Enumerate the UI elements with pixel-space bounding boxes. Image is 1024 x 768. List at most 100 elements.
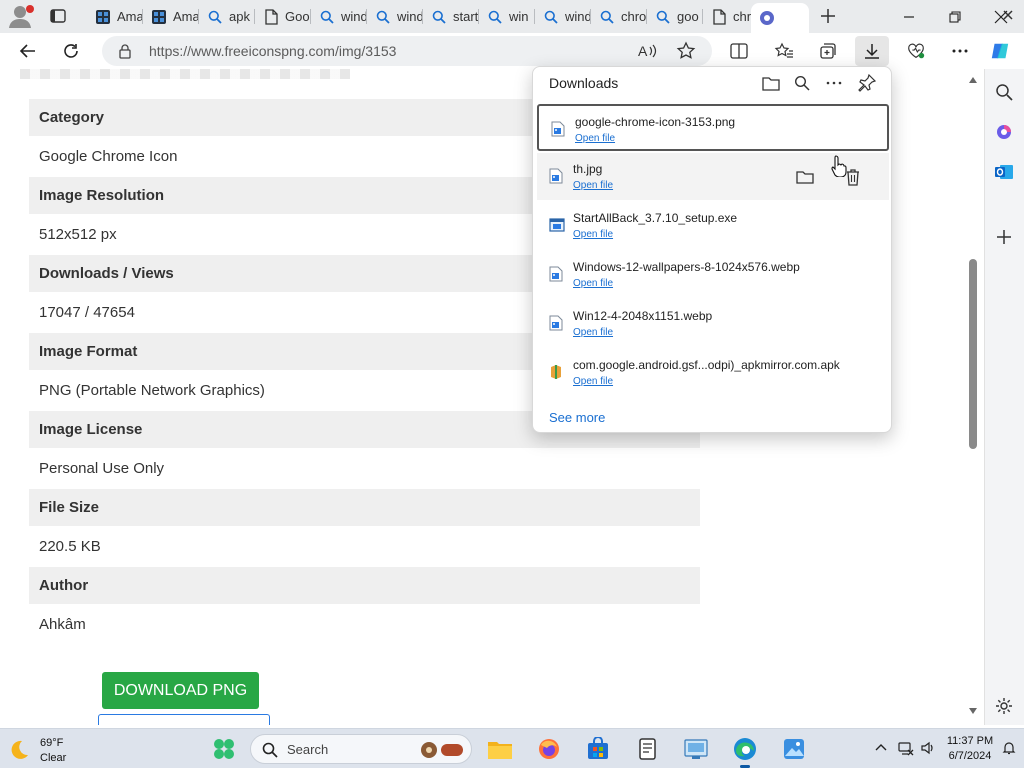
browser-tab[interactable]: wind: [367, 4, 423, 29]
weather-widget[interactable]: 69°F Clear: [8, 733, 98, 765]
search-icon: [655, 9, 671, 25]
scroll-up-arrow-icon[interactable]: [968, 76, 978, 84]
lock-icon[interactable]: [118, 43, 132, 64]
image-file-icon: [549, 168, 565, 184]
search-icon: [262, 742, 278, 758]
detail-heading: File Size: [29, 489, 700, 526]
restore-icon[interactable]: [932, 0, 978, 33]
more-options-icon[interactable]: [950, 41, 970, 61]
settings-gear-icon[interactable]: [993, 695, 1015, 717]
apk-file-icon: [549, 364, 565, 380]
new-tab-icon[interactable]: [819, 7, 837, 25]
search-downloads-icon[interactable]: [792, 73, 812, 93]
firefox-icon[interactable]: [535, 735, 563, 763]
notification-bell-icon[interactable]: [1002, 741, 1016, 755]
pin-icon[interactable]: [857, 73, 877, 93]
downloads-flyout: Downloads google-chrome-icon-3153.png Ope…: [532, 66, 892, 433]
search-icon: [599, 9, 615, 25]
profile-avatar-icon[interactable]: [8, 4, 36, 29]
control-panel-icon[interactable]: [682, 735, 710, 763]
tab-label: apk: [229, 9, 250, 24]
page-icon: [711, 8, 727, 25]
microsoft-store-icon[interactable]: [584, 735, 612, 763]
scroll-thumb[interactable]: [969, 259, 977, 449]
tab-label: wind: [565, 9, 591, 24]
amazon-favicon-icon: [151, 9, 167, 25]
m365-icon[interactable]: [993, 121, 1015, 143]
refresh-icon[interactable]: [58, 39, 84, 63]
download-item[interactable]: StartAllBack_3.7.10_setup.exe Open file: [537, 202, 889, 249]
edge-sidebar: [984, 69, 1024, 725]
weather-condition: Clear: [40, 752, 67, 764]
browser-tab[interactable]: chro: [591, 4, 647, 29]
tab-label: Ama: [173, 9, 199, 24]
network-icon[interactable]: [898, 740, 914, 756]
open-file-link[interactable]: Open file: [573, 229, 613, 240]
file-explorer-icon[interactable]: [486, 735, 514, 763]
collections-icon[interactable]: [818, 41, 838, 61]
tab-actions-icon[interactable]: [50, 8, 66, 24]
copilot-icon[interactable]: [990, 41, 1010, 61]
search-icon: [487, 9, 503, 25]
search-icon: [319, 9, 335, 25]
browser-tab[interactable]: win: [479, 4, 535, 29]
browser-tab[interactable]: apk: [199, 4, 255, 29]
back-arrow-icon[interactable]: [15, 39, 41, 63]
search-icon: [207, 9, 223, 25]
browser-essentials-icon[interactable]: [906, 41, 926, 61]
secondary-download-button[interactable]: [98, 714, 270, 725]
split-screen-icon[interactable]: [729, 41, 749, 61]
open-file-link[interactable]: Open file: [573, 327, 613, 338]
download-item[interactable]: Windows-12-wallpapers-8-1024x576.webp Ope…: [537, 251, 889, 298]
taskbar-search-box[interactable]: Search: [250, 734, 472, 764]
tab-label: Goo: [285, 9, 310, 24]
browser-tab[interactable]: wind: [311, 4, 367, 29]
active-browser-tab[interactable]: [751, 3, 809, 33]
volume-icon[interactable]: [920, 740, 936, 756]
download-png-button[interactable]: DOWNLOAD PNG: [102, 672, 259, 709]
favorites-icon[interactable]: [774, 41, 794, 61]
photos-icon[interactable]: [780, 735, 808, 763]
show-hidden-icons-icon[interactable]: [874, 741, 888, 755]
notepad-icon[interactable]: [633, 735, 661, 763]
open-downloads-folder-icon[interactable]: [761, 73, 781, 93]
download-item[interactable]: google-chrome-icon-3153.png Open file: [537, 104, 889, 151]
favorite-star-icon[interactable]: [676, 41, 696, 61]
scroll-down-arrow-icon[interactable]: [968, 707, 978, 715]
page-scrollbar[interactable]: [964, 69, 982, 725]
detail-value: 220.5 KB: [39, 538, 101, 555]
browser-tab[interactable]: start: [423, 4, 479, 29]
browser-tab[interactable]: Goo: [255, 4, 311, 29]
outlook-icon[interactable]: [993, 161, 1015, 183]
image-file-icon: [551, 121, 567, 137]
download-icon[interactable]: [862, 41, 882, 61]
search-icon[interactable]: [993, 81, 1015, 103]
read-aloud-icon[interactable]: A: [638, 41, 658, 61]
tab-label: start: [453, 9, 479, 24]
browser-tab[interactable]: Ama: [143, 4, 199, 29]
download-item[interactable]: Win12-4-2048x1151.webp Open file: [537, 300, 889, 347]
tab-label: wind: [341, 9, 367, 24]
edge-browser-icon[interactable]: [731, 735, 759, 768]
download-file-name: Windows-12-wallpapers-8-1024x576.webp: [573, 260, 800, 274]
start-button-icon[interactable]: [212, 737, 236, 761]
address-bar[interactable]: https://www.freeiconspng.com/img/3153: [102, 36, 712, 66]
download-item[interactable]: com.google.android.gsf...odpi)_apkmirror…: [537, 349, 889, 396]
browser-tab[interactable]: Ama: [87, 4, 143, 29]
more-actions-icon[interactable]: [824, 73, 844, 93]
open-file-link[interactable]: Open file: [575, 133, 615, 144]
open-file-link[interactable]: Open file: [573, 376, 613, 387]
see-more-link[interactable]: See more: [549, 410, 605, 425]
system-clock[interactable]: 11:37 PM 6/7/2024: [944, 734, 996, 764]
minimize-icon[interactable]: [886, 0, 932, 33]
browser-tab[interactable]: wind: [535, 4, 591, 29]
browser-tab[interactable]: goo: [647, 4, 703, 29]
close-window-icon[interactable]: [978, 0, 1024, 33]
open-file-link[interactable]: Open file: [573, 180, 613, 191]
image-file-icon: [549, 315, 565, 331]
url-text[interactable]: https://www.freeiconspng.com/img/3153: [149, 43, 396, 59]
add-icon[interactable]: [993, 226, 1015, 248]
moon-icon: [11, 740, 28, 759]
open-file-link[interactable]: Open file: [573, 278, 613, 289]
show-in-folder-icon[interactable]: [795, 167, 815, 187]
